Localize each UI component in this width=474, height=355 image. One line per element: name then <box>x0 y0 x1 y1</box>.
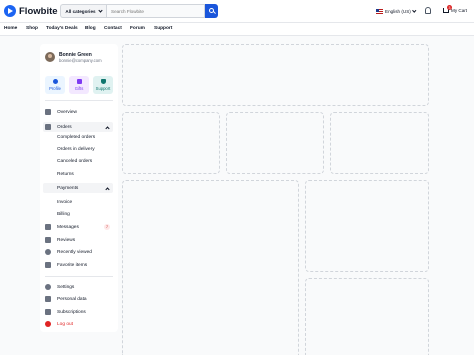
nav-contact[interactable]: Contact <box>104 26 122 31</box>
sidebar-item-payments[interactable]: Payments <box>43 183 113 193</box>
sidebar-item-label: Messages <box>57 224 79 230</box>
sidebar-item-personal-data[interactable]: Personal data <box>43 294 113 304</box>
sidebar-item-orders[interactable]: Orders <box>43 122 113 132</box>
sidebar-subitem-completed-orders[interactable]: Completed orders <box>57 135 95 140</box>
user-profile: Bonnie Green bonnie@company.com <box>45 52 102 63</box>
cart-label: My Cart <box>451 8 468 13</box>
sidebar-item-label: Subscriptions <box>57 309 86 315</box>
message-icon <box>45 224 51 230</box>
logout-icon <box>45 321 51 327</box>
sidebar-item-logout[interactable]: Log out <box>43 319 113 329</box>
content-placeholder-card-1 <box>122 112 220 174</box>
quick-action-gifts[interactable]: Gifts <box>69 76 89 94</box>
sidebar-subitem-invoice[interactable]: Invoice <box>57 200 72 205</box>
sidebar-subitem-returns[interactable]: Returns <box>57 172 74 177</box>
us-flag-icon <box>376 8 383 14</box>
sidebar-item-favorite-items[interactable]: Favorite items <box>43 260 113 270</box>
messages-count-badge: 7 <box>104 224 110 230</box>
content-placeholder-side-2 <box>305 278 429 355</box>
gear-icon <box>45 284 51 290</box>
account-sidebar: Bonnie Green bonnie@company.com Profile … <box>40 44 118 332</box>
search-bar: All categories <box>60 4 218 18</box>
quick-action-label: Gifts <box>74 86 84 91</box>
nav-todays-deals[interactable]: Today's Deals <box>46 26 78 31</box>
nav-forum[interactable]: Forum <box>130 26 145 31</box>
bell-icon[interactable] <box>425 7 431 14</box>
search-input[interactable] <box>106 4 205 18</box>
user-icon <box>52 79 58 84</box>
sidebar-subitem-orders-in-delivery[interactable]: Orders in delivery <box>57 147 95 152</box>
flowbite-logo-icon <box>4 5 16 17</box>
content-placeholder-card-2 <box>226 112 324 174</box>
sidebar-subitem-canceled-orders[interactable]: Canceled orders <box>57 159 92 164</box>
sidebar-item-label: Favorite items <box>57 262 88 268</box>
overview-icon <box>45 109 51 115</box>
nav-home[interactable]: Home <box>4 26 17 31</box>
chevron-up-icon <box>105 186 110 192</box>
sidebar-item-recently-viewed[interactable]: Recently viewed <box>43 247 113 257</box>
content-placeholder-side-1 <box>305 180 429 272</box>
quick-action-support[interactable]: Support <box>93 76 113 94</box>
eye-icon <box>45 249 51 255</box>
sidebar-item-label: Orders <box>57 124 72 130</box>
main-nav: Home Shop Today's Deals Blog Contact For… <box>0 22 474 36</box>
sidebar-item-subscriptions[interactable]: Subscriptions <box>43 307 113 317</box>
search-button[interactable] <box>205 4 218 18</box>
nav-blog[interactable]: Blog <box>85 26 96 31</box>
sidebar-item-overview[interactable]: Overview <box>43 107 113 117</box>
quick-action-profile[interactable]: Profile <box>45 76 65 94</box>
language-selector[interactable]: English (US) <box>376 7 416 15</box>
gift-icon <box>76 79 82 84</box>
sidebar-item-label: Recently viewed <box>57 249 92 255</box>
content-placeholder-card-3 <box>330 112 429 174</box>
content-placeholder-main <box>122 180 299 355</box>
sidebar-item-label: Reviews <box>57 237 76 243</box>
quick-action-label: Support <box>95 86 111 91</box>
divider <box>45 276 113 277</box>
brand-name: Flowbite <box>19 5 58 17</box>
user-email: bonnie@company.com <box>59 58 102 63</box>
chevron-up-icon <box>105 125 110 131</box>
sidebar-subitem-billing[interactable]: Billing <box>57 212 70 217</box>
category-dropdown[interactable]: All categories <box>60 4 106 18</box>
shield-icon <box>100 79 106 84</box>
quick-action-label: Profile <box>49 86 61 91</box>
language-label: English (US) <box>385 8 411 14</box>
sidebar-item-label: Log out <box>57 321 74 327</box>
cart-icon: 3 <box>443 5 452 13</box>
top-header: Flowbite All categories English (US) 3 M… <box>0 0 474 22</box>
cart-count-badge: 3 <box>447 5 452 10</box>
sidebar-item-messages[interactable]: Messages 7 <box>43 222 113 232</box>
search-icon <box>208 8 214 13</box>
nav-support[interactable]: Support <box>154 26 172 31</box>
sidebar-item-label: Settings <box>57 284 75 290</box>
sidebar-item-label: Payments <box>57 185 79 191</box>
sidebar-item-label: Personal data <box>57 296 87 302</box>
sidebar-item-reviews[interactable]: Reviews <box>43 235 113 245</box>
content-placeholder-top <box>122 44 429 106</box>
chevron-down-icon <box>97 7 103 13</box>
document-icon <box>45 309 51 315</box>
category-dropdown-label: All categories <box>65 8 96 14</box>
star-icon <box>45 237 51 243</box>
avatar <box>45 52 55 62</box>
nav-shop[interactable]: Shop <box>26 26 38 31</box>
divider <box>45 100 113 101</box>
chevron-down-icon <box>412 8 416 12</box>
sidebar-item-label: Overview <box>57 109 77 115</box>
heart-icon <box>45 262 51 268</box>
truck-icon <box>45 124 51 130</box>
sidebar-item-settings[interactable]: Settings <box>43 282 113 292</box>
cart-button[interactable]: 3 My Cart <box>443 5 468 15</box>
id-card-icon <box>45 296 51 302</box>
brand-logo[interactable]: Flowbite <box>4 4 58 18</box>
